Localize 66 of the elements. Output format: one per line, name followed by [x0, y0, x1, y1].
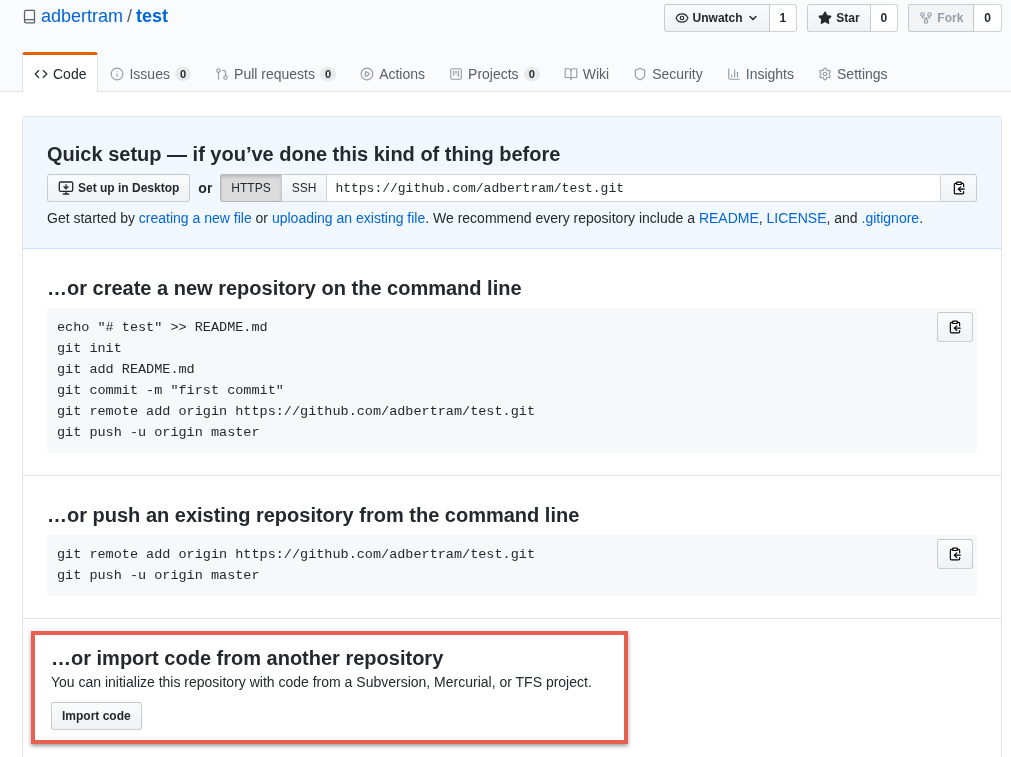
nav-tab[interactable]: Wiki: [551, 52, 622, 92]
hint-link[interactable]: LICENSE: [766, 210, 827, 226]
hint-link[interactable]: uploading an existing file: [271, 210, 426, 226]
nav-tab[interactable]: Security: [621, 52, 715, 92]
import-button[interactable]: Import code: [51, 702, 142, 730]
counter-badge: 0: [174, 66, 192, 81]
protocol-toggle[interactable]: HTTPS: [220, 174, 281, 202]
tab-label: Projects: [468, 65, 519, 82]
clipboard-icon: [951, 181, 966, 195]
section-heading: …or push an existing repository from the command line: [47, 504, 581, 527]
path-separator: /: [127, 6, 133, 27]
section-heading: …or import code from another repository: [51, 647, 445, 670]
command-lines: echo "# test" >> README.md git init git add README.md git commit -m "first commit" git remote add origin https://github.com/adbertram/test.git git push -u origin master: [57, 319, 535, 442]
nav-tab[interactable]: Projects 0: [437, 52, 552, 92]
repo-icon: [22, 9, 37, 24]
setup-hint: Get started by creating a new file or uploading an existing file. We recommend every repository include a README, LICENSE, and .gitignore.: [47, 210, 924, 226]
clipboard-icon: [948, 320, 962, 334]
repo-name-link[interactable]: test: [136, 6, 169, 27]
nav-tab[interactable]: Settings: [806, 52, 900, 92]
kanban-icon: [449, 66, 464, 81]
tab-label: Insights: [745, 65, 794, 82]
command-lines: git remote add origin https://github.com/adbertram/test.git git push -u origin master: [57, 546, 535, 585]
protocol-toggle[interactable]: SSH: [280, 174, 327, 202]
tab-label: Code: [53, 65, 87, 82]
or-label: or: [198, 180, 213, 196]
nav-tab[interactable]: Actions: [348, 52, 438, 92]
owner-link[interactable]: adbertram: [41, 6, 124, 27]
desktop-button[interactable]: Set up in Desktop: [47, 174, 191, 202]
section-heading: Quick setup — if you’ve done this kind of thing before: [47, 143, 562, 166]
section-heading: …or create a new repository on the command line: [47, 277, 523, 300]
fork-icon: [919, 10, 934, 25]
info-circle-icon: [110, 66, 125, 81]
copy-button[interactable]: [941, 174, 977, 202]
hint-link[interactable]: README: [698, 210, 759, 226]
settings-icon: [818, 66, 832, 81]
book-icon: [563, 66, 578, 81]
action-button[interactable]: Unwatch: [663, 3, 770, 32]
nav-tab[interactable]: Issues 0: [98, 52, 204, 92]
pull-request-icon: [215, 66, 230, 81]
count-label[interactable]: 1: [769, 3, 798, 32]
tab-label: Issues: [129, 65, 170, 82]
action-button[interactable]: Star: [807, 3, 871, 32]
tab-label: Actions: [379, 65, 426, 82]
play-circle-icon: [360, 66, 375, 81]
nav-tab[interactable]: Code: [22, 52, 99, 92]
bar-chart-icon: [726, 66, 741, 81]
shield-icon: [633, 66, 648, 81]
star-icon: [818, 10, 833, 25]
copy-button[interactable]: [937, 539, 973, 569]
tab-label: Settings: [837, 65, 888, 82]
clipboard-icon: [948, 547, 962, 561]
clone-url-field[interactable]: https://github.com/adbertram/test.git: [326, 174, 941, 202]
counter-badge: 0: [320, 66, 337, 81]
hint-link[interactable]: creating a new file: [138, 210, 252, 226]
count-label[interactable]: 0: [870, 3, 899, 32]
tab-label: Pull requests: [234, 65, 315, 82]
tab-label: Security: [652, 65, 703, 82]
nav-tab[interactable]: Insights: [714, 52, 806, 92]
tab-label: Wiki: [582, 65, 610, 82]
nav-tab[interactable]: Pull requests 0: [203, 52, 349, 92]
copy-button[interactable]: [937, 312, 973, 342]
desktop-download-icon: [58, 180, 74, 196]
eye-icon: [674, 10, 689, 25]
import-description: You can initialize this repository with code from a Subversion, Mercurial, or TFS project.: [51, 674, 593, 690]
counter-badge: 0: [523, 66, 540, 81]
hint-link[interactable]: .gitignore: [861, 210, 920, 226]
